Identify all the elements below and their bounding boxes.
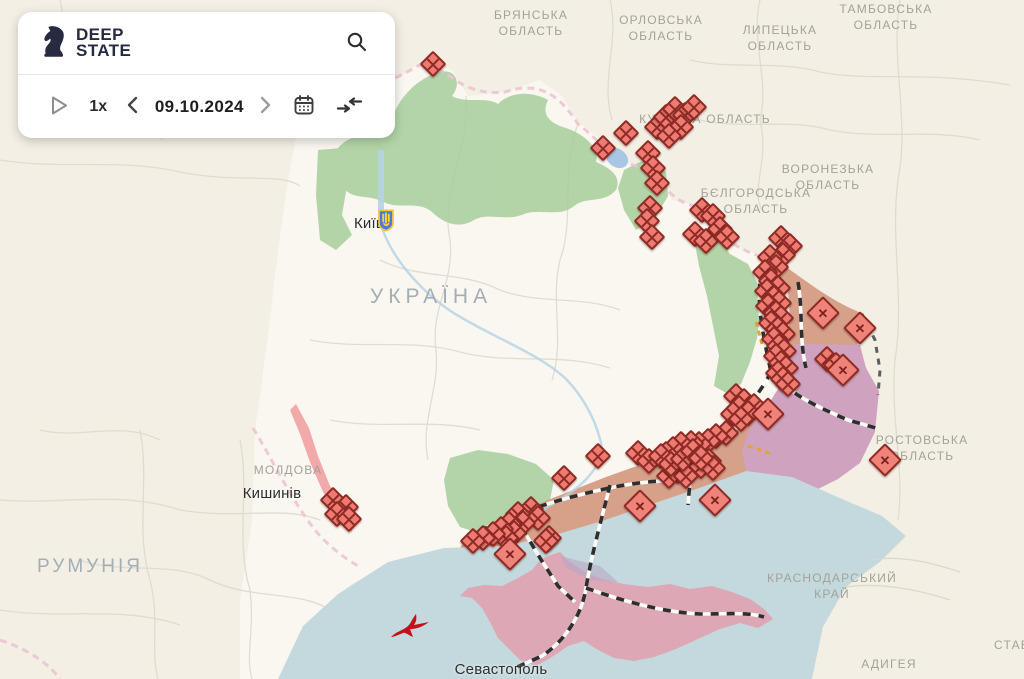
- battle-marker[interactable]: ✕: [868, 443, 902, 477]
- cross-icon: ✕: [500, 544, 520, 564]
- search-icon: [345, 30, 369, 57]
- prev-day-button[interactable]: [123, 92, 142, 121]
- calendar-icon: [292, 93, 316, 120]
- map-canvas[interactable]: БРЯНСЬКА ОБЛАСТЬОРЛОВСЬКА ОБЛАСТЬЛИПЕЦЬК…: [0, 0, 1024, 679]
- calendar-button[interactable]: [288, 89, 320, 124]
- cross-icon: ✕: [850, 318, 870, 338]
- battle-marker[interactable]: ✕: [806, 296, 840, 330]
- arrows-converge-icon: [336, 95, 363, 118]
- battle-marker[interactable]: ✕: [623, 489, 657, 523]
- knight-icon: [40, 23, 67, 63]
- cross-icon: ✕: [630, 496, 650, 516]
- chevron-right-icon: [260, 96, 271, 117]
- cross-icon: ✕: [875, 450, 895, 470]
- deepstate-logo: DEEP STATE: [40, 23, 131, 63]
- date-display[interactable]: 09.10.2024: [155, 97, 244, 117]
- playback-speed-button[interactable]: 1x: [85, 94, 111, 120]
- cross-icon: ✕: [813, 303, 833, 323]
- battle-marker[interactable]: ✕: [698, 483, 732, 517]
- play-button[interactable]: [46, 91, 73, 123]
- search-button[interactable]: [341, 26, 373, 61]
- chevron-left-icon: [127, 96, 138, 117]
- event-marker[interactable]: [585, 443, 612, 470]
- battle-marker[interactable]: ✕: [843, 311, 877, 345]
- cross-icon: ✕: [758, 404, 778, 424]
- control-panel: DEEP STATE 1x: [18, 12, 395, 138]
- jump-to-latest-button[interactable]: [332, 91, 367, 122]
- play-icon: [50, 95, 69, 119]
- brand-line2: STATE: [76, 41, 131, 60]
- event-marker[interactable]: [420, 51, 447, 78]
- event-marker[interactable]: [590, 135, 617, 162]
- event-marker[interactable]: [613, 120, 640, 147]
- event-marker[interactable]: [551, 465, 578, 492]
- cross-icon: ✕: [833, 360, 853, 380]
- next-day-button[interactable]: [256, 92, 275, 121]
- cross-icon: ✕: [705, 490, 725, 510]
